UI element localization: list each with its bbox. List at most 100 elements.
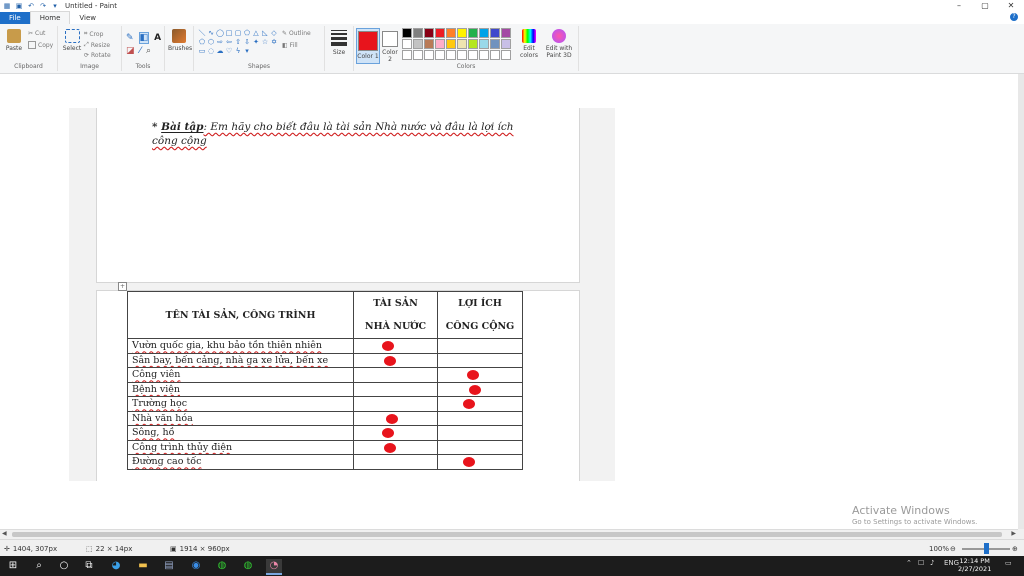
palette-swatch[interactable] — [413, 39, 423, 49]
text-tool-icon[interactable]: A — [154, 33, 161, 43]
customize-toolbar-icon[interactable]: ▾ — [51, 2, 59, 10]
palette-swatch[interactable] — [435, 39, 445, 49]
task-view-icon[interactable]: ⧉ — [82, 559, 96, 573]
minimize-button[interactable]: – — [946, 0, 972, 12]
scroll-left-icon[interactable]: ◀ — [2, 530, 7, 537]
clock[interactable]: 12:14 PM 2/27/2021 — [958, 557, 991, 573]
hexagon-shape-icon[interactable]: ⬡ — [207, 38, 215, 46]
view-tab[interactable]: View — [70, 12, 105, 24]
paint-taskbar-icon[interactable]: ◔ — [266, 559, 282, 575]
cut-button[interactable]: ✂ Cut — [28, 30, 45, 37]
palette-swatch[interactable] — [457, 39, 467, 49]
lightning-shape-icon[interactable]: ϟ — [234, 47, 242, 55]
rectangle-shape-icon[interactable]: □ — [225, 29, 233, 37]
language-indicator[interactable]: ENG — [944, 559, 959, 567]
table-move-handle-icon[interactable]: + — [118, 282, 127, 291]
outline-button[interactable]: ✎ Outline — [282, 30, 311, 37]
six-point-star-shape-icon[interactable]: ✡ — [270, 38, 278, 46]
diamond-shape-icon[interactable]: ◇ — [270, 29, 278, 37]
redo-icon[interactable]: ↷ — [39, 2, 47, 10]
pentagon-shape-icon[interactable]: ⬠ — [198, 38, 206, 46]
windows-start-icon[interactable]: ⊞ — [6, 559, 20, 573]
right-triangle-shape-icon[interactable]: ◺ — [261, 29, 269, 37]
zoom-in-icon[interactable]: ⊕ — [1012, 545, 1018, 553]
chrome-icon[interactable]: ◍ — [215, 559, 229, 573]
palette-swatch[interactable] — [479, 39, 489, 49]
chrome-profile-icon[interactable]: ◍ — [241, 559, 255, 573]
rotate-button[interactable]: ⟳ Rotate — [84, 52, 111, 59]
zoom-out-icon[interactable]: ⊖ — [950, 545, 956, 553]
palette-swatch[interactable] — [468, 50, 478, 60]
scroll-right-icon[interactable]: ▶ — [1011, 530, 1016, 537]
palette-swatch[interactable] — [501, 39, 511, 49]
palette-swatch[interactable] — [435, 28, 445, 38]
callout-oval-shape-icon[interactable]: ◌ — [207, 47, 215, 55]
search-icon[interactable]: ⌕ — [32, 559, 46, 573]
palette-swatch[interactable] — [501, 28, 511, 38]
zoom-slider-thumb[interactable] — [984, 543, 989, 554]
save-icon[interactable]: ▣ — [15, 2, 23, 10]
volume-icon[interactable]: ♪ — [930, 559, 934, 567]
palette-swatch[interactable] — [468, 28, 478, 38]
palette-swatch[interactable] — [424, 39, 434, 49]
horizontal-scrollbar[interactable]: ◀ ▶ — [0, 529, 1018, 539]
line-shape-icon[interactable]: ＼ — [198, 29, 206, 37]
paste-button[interactable]: Paste — [4, 29, 24, 52]
edge-browser-icon[interactable]: ◕ — [109, 559, 123, 573]
zalo-icon[interactable]: ◉ — [189, 559, 203, 573]
crop-button[interactable]: ⌗ Crop — [84, 30, 103, 38]
palette-swatch[interactable] — [402, 39, 412, 49]
select-button[interactable]: Select — [61, 29, 83, 52]
rounded-rectangle-shape-icon[interactable]: ▢ — [234, 29, 242, 37]
horizontal-scroll-thumb[interactable] — [12, 532, 1002, 537]
palette-swatch[interactable] — [402, 28, 412, 38]
heart-shape-icon[interactable]: ♡ — [225, 47, 233, 55]
help-icon[interactable]: ? — [1010, 13, 1018, 21]
eraser-icon[interactable]: ◪ — [126, 46, 135, 56]
pencil-icon[interactable]: ✎ — [126, 33, 134, 43]
palette-swatch[interactable] — [490, 28, 500, 38]
edit-paint3d-button[interactable]: Edit with Paint 3D — [544, 29, 574, 59]
resize-button[interactable]: ⤢ Resize — [84, 41, 110, 49]
brushes-button[interactable]: Brushes — [168, 29, 192, 52]
maximize-button[interactable]: ▢ — [972, 0, 998, 12]
file-tab[interactable]: File — [0, 12, 30, 24]
network-icon[interactable]: ☐ — [918, 559, 924, 567]
palette-swatch[interactable] — [479, 28, 489, 38]
palette-swatch[interactable] — [479, 50, 489, 60]
palette-swatch[interactable] — [413, 50, 423, 60]
notification-icon[interactable]: ▭ — [1005, 559, 1012, 567]
palette-swatch[interactable] — [413, 28, 423, 38]
palette-swatch[interactable] — [446, 50, 456, 60]
palette-swatch[interactable] — [435, 50, 445, 60]
triangle-shape-icon[interactable]: △ — [252, 29, 260, 37]
palette-swatch[interactable] — [446, 28, 456, 38]
right-arrow-shape-icon[interactable]: ⇨ — [216, 38, 224, 46]
left-arrow-shape-icon[interactable]: ⇦ — [225, 38, 233, 46]
curve-shape-icon[interactable]: ∿ — [207, 29, 215, 37]
size-button[interactable]: Size — [329, 29, 349, 56]
cortana-icon[interactable]: ○ — [57, 559, 71, 573]
palette-swatch[interactable] — [446, 39, 456, 49]
down-arrow-shape-icon[interactable]: ⇩ — [243, 38, 251, 46]
palette-swatch[interactable] — [468, 39, 478, 49]
undo-icon[interactable]: ↶ — [27, 2, 35, 10]
file-explorer-icon[interactable]: ▬ — [136, 559, 150, 573]
tray-overflow-icon[interactable]: ⌃ — [906, 559, 912, 567]
palette-swatch[interactable] — [457, 50, 467, 60]
magnifier-icon[interactable]: ⌕ — [146, 46, 151, 56]
shapes-gallery[interactable]: ＼ ∿ ◯ □ ▢ ⬠ △ ◺ ◇ ⬠ ⬡ ⇨ ⇦ ⇧ ⇩ ✦ ☆ ✡ ▭ ◌ ☁ ♡ ϟ ▾ — [198, 29, 278, 55]
store-icon[interactable]: ▤ — [162, 559, 176, 573]
four-point-star-shape-icon[interactable]: ✦ — [252, 38, 260, 46]
palette-swatch[interactable] — [490, 39, 500, 49]
palette-swatch[interactable] — [424, 28, 434, 38]
more-shapes-icon[interactable]: ▾ — [243, 47, 251, 55]
close-button[interactable]: ✕ — [998, 0, 1024, 12]
edit-colors-button[interactable]: Edit colors — [518, 29, 540, 59]
fill-button[interactable]: ◧ Fill — [282, 42, 298, 49]
five-point-star-shape-icon[interactable]: ☆ — [261, 38, 269, 46]
fill-bucket-icon[interactable]: ◧ — [138, 32, 150, 44]
palette-swatch[interactable] — [402, 50, 412, 60]
color2-button[interactable]: Color 2 — [380, 28, 400, 63]
palette-swatch[interactable] — [424, 50, 434, 60]
